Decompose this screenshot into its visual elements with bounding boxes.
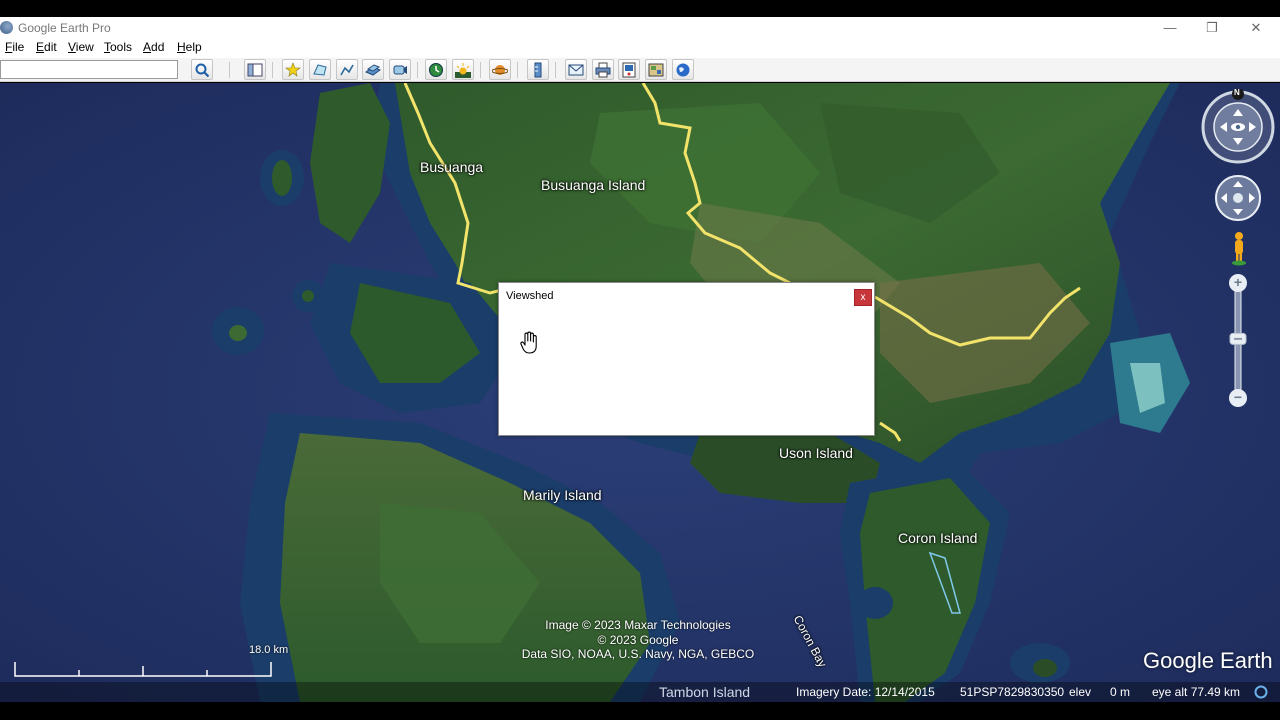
earth-button[interactable] — [672, 59, 694, 80]
menu-help-label: elp — [185, 40, 202, 54]
credit-maxar: Image © 2023 Maxar Technologies — [545, 618, 731, 632]
look-joystick[interactable]: N — [1200, 88, 1276, 165]
google-earth-app-icon — [0, 21, 13, 34]
save-image-icon — [622, 62, 636, 78]
menu-edit[interactable]: Edit — [36, 40, 57, 54]
print-button[interactable] — [592, 59, 614, 80]
view-in-maps-icon — [648, 63, 664, 77]
menu-view[interactable]: View — [68, 40, 94, 54]
search-icon — [195, 63, 210, 78]
menu-file[interactable]: File — [5, 40, 24, 54]
eye-altitude: eye alt 77.49 km — [1152, 685, 1241, 699]
menu-file-label: ile — [12, 40, 25, 54]
toolbar-separator — [517, 62, 518, 78]
elevation-value: 0 m — [1110, 685, 1131, 699]
status-bar: Imagery Date: 12/14/2015 51PSP7829830350… — [0, 682, 1280, 702]
menu-view-mnemonic: V — [68, 40, 76, 54]
path-icon — [340, 64, 354, 76]
title-bar: Google Earth Pro — ❐ ✕ — [0, 17, 1280, 39]
add-path-button[interactable] — [336, 59, 358, 80]
viewshed-dialog: Viewshed x — [498, 282, 875, 436]
toolbar-separator — [417, 62, 418, 78]
label-tambon-island: Tambon Island — [659, 684, 751, 700]
toolbar-separator — [229, 62, 230, 78]
scale-distance-label: 18.0 km — [249, 644, 289, 656]
google-earth-logo: Google Earth — [1143, 648, 1273, 673]
toolbar-separator — [272, 62, 273, 78]
letterbox-bottom — [0, 702, 1280, 720]
sidebar-toggle-button[interactable] — [244, 59, 266, 80]
zoom-out-button[interactable]: − — [1229, 389, 1247, 407]
label-busuanga: Busuanga — [420, 159, 484, 175]
historical-imagery-icon — [429, 63, 443, 77]
menu-help[interactable]: Help — [177, 40, 202, 54]
search-button[interactable] — [191, 59, 213, 80]
menu-edit-mnemonic: E — [36, 40, 45, 54]
look-compass-icon — [1201, 88, 1275, 164]
planets-button[interactable] — [489, 59, 511, 80]
minimize-button[interactable]: — — [1148, 17, 1192, 39]
add-polygon-button[interactable] — [309, 59, 331, 80]
label-busuanga-island: Busuanga Island — [541, 177, 646, 193]
credit-data-sources: Data SIO, NOAA, U.S. Navy, NGA, GEBCO — [521, 647, 755, 661]
move-joystick[interactable] — [1214, 174, 1262, 222]
zoom-slider[interactable]: + − — [1228, 274, 1248, 412]
polygon-icon — [313, 64, 327, 76]
hand-cursor-icon — [520, 331, 537, 354]
move-joystick-icon — [1215, 175, 1261, 221]
toolbar-separator — [480, 62, 481, 78]
toolbar-separator — [555, 62, 556, 78]
menu-tools[interactable]: Tools — [104, 40, 132, 54]
window-title: Google Earth Pro — [18, 21, 111, 35]
historical-imagery-button[interactable] — [425, 59, 447, 80]
ruler-icon — [534, 62, 542, 78]
earth-icon — [676, 63, 690, 77]
dialog-close-button[interactable]: x — [854, 289, 872, 306]
menu-add-mnemonic: A — [143, 40, 152, 54]
dialog-title: Viewshed — [506, 290, 554, 302]
menu-view-label: iew — [75, 40, 94, 54]
elevation-label: elev — [1069, 685, 1092, 699]
zoom-in-button[interactable]: + — [1229, 274, 1247, 292]
add-placemark-button[interactable] — [282, 59, 304, 80]
menu-edit-label: dit — [44, 40, 57, 54]
save-image-button[interactable] — [618, 59, 640, 80]
label-coron-island: Coron Island — [898, 530, 978, 546]
menu-add[interactable]: Add — [143, 40, 164, 54]
compass-north-label: N — [1234, 88, 1240, 97]
credit-google: © 2023 Google — [597, 633, 679, 647]
screen: Google Earth Pro — ❐ ✕ File Edit View To… — [0, 0, 1280, 720]
email-icon — [568, 64, 584, 76]
menu-bar: File Edit View Tools Add Help — [0, 39, 1280, 58]
record-tour-icon — [393, 65, 407, 75]
sunlight-icon — [455, 63, 471, 78]
street-view-pegman[interactable] — [1228, 230, 1250, 266]
email-button[interactable] — [565, 59, 587, 80]
search-input[interactable] — [0, 60, 178, 79]
sunlight-button[interactable] — [452, 59, 474, 80]
image-overlay-icon — [365, 64, 381, 76]
sidebar-icon — [247, 63, 263, 77]
menu-tools-label: ools — [110, 40, 133, 54]
restore-button[interactable]: ❐ — [1190, 17, 1234, 39]
label-uson-island: Uson Island — [779, 445, 853, 461]
menu-help-mnemonic: H — [177, 40, 186, 54]
ruler-button[interactable] — [527, 59, 549, 80]
view-in-maps-button[interactable] — [645, 59, 667, 80]
menu-add-label: dd — [151, 40, 165, 54]
planets-icon — [492, 65, 508, 75]
label-marily-island: Marily Island — [523, 487, 602, 503]
placemark-icon — [285, 62, 301, 77]
scale-bar — [14, 662, 272, 677]
streaming-progress-icon — [1254, 685, 1268, 699]
toolbar — [0, 58, 1280, 82]
print-icon — [595, 62, 611, 78]
add-image-overlay-button[interactable] — [362, 59, 384, 80]
grid-coordinates: 51PSP7829830350 — [960, 685, 1065, 699]
record-tour-button[interactable] — [389, 59, 411, 80]
pegman-icon — [1232, 232, 1246, 266]
imagery-date: Imagery Date: 12/14/2015 — [796, 685, 935, 699]
close-window-button[interactable]: ✕ — [1234, 17, 1278, 39]
